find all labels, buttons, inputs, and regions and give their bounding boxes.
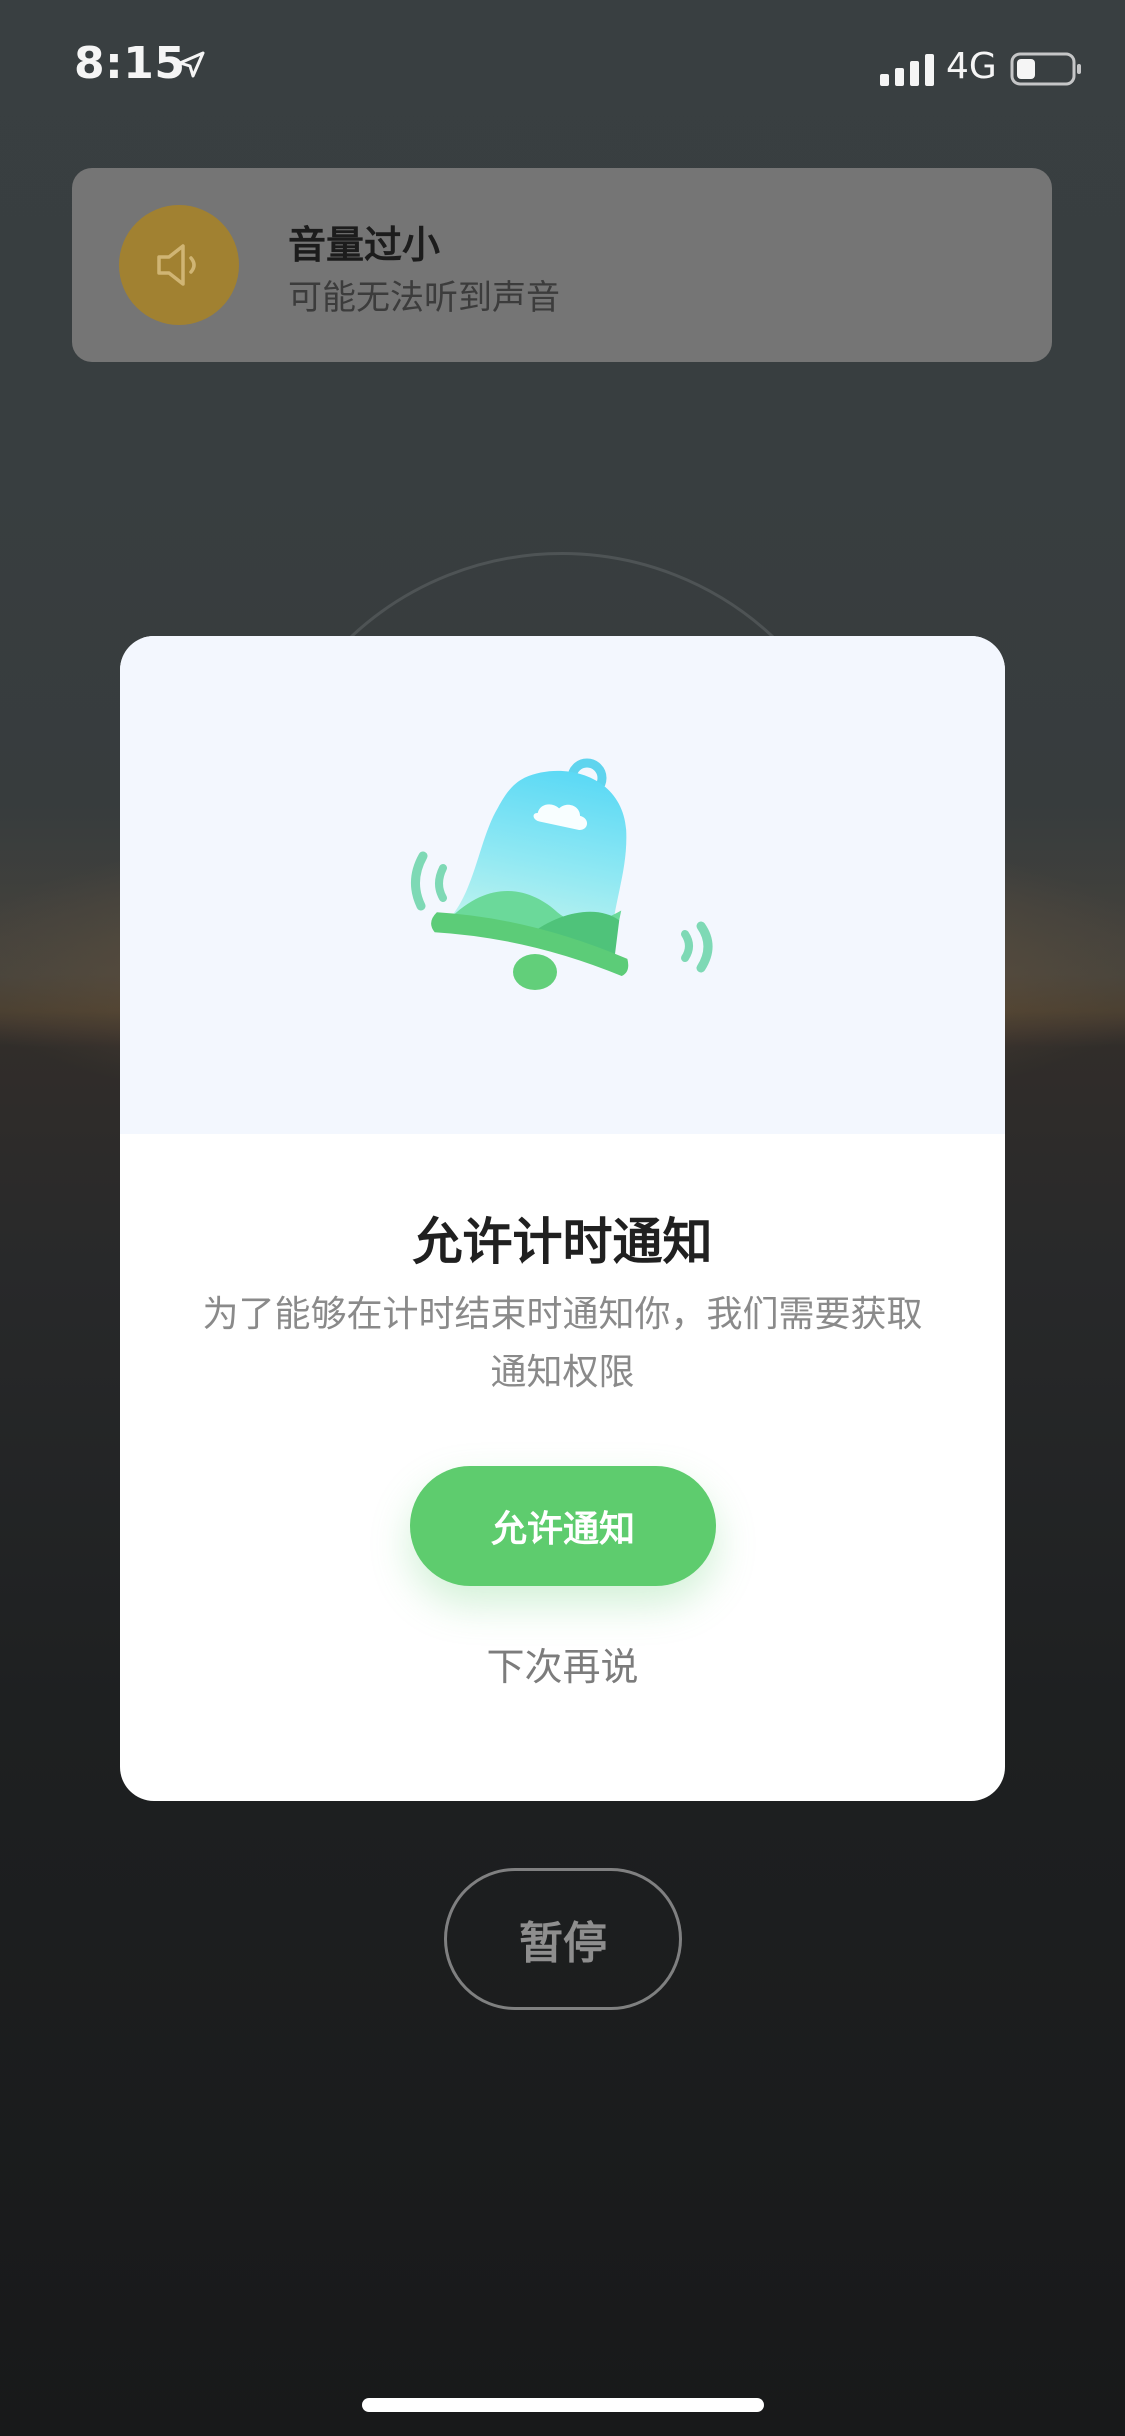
maybe-later-button[interactable]: 下次再说 bbox=[120, 1636, 1005, 1691]
timer-screen: 8:15 4G 音量过小 可能无法听到声音 允许计时通知 为了能够在计时结束时通… bbox=[0, 0, 1125, 2436]
allow-notifications-button[interactable]: 允许通知 bbox=[410, 1466, 716, 1586]
bell-icon bbox=[411, 758, 713, 990]
dialog-hero bbox=[120, 636, 1005, 1134]
dialog-title: 允许计时通知 bbox=[412, 1213, 713, 1271]
home-indicator[interactable] bbox=[362, 2398, 764, 2412]
dialog-description: 为了能够在计时结束时通知你，我们需要获取通知权限 bbox=[202, 1294, 923, 1393]
notification-permission-dialog: 允许计时通知 为了能够在计时结束时通知你，我们需要获取通知权限 允许通知 下次再… bbox=[120, 636, 1005, 1801]
pause-button[interactable]: 暂停 bbox=[444, 1868, 682, 2010]
